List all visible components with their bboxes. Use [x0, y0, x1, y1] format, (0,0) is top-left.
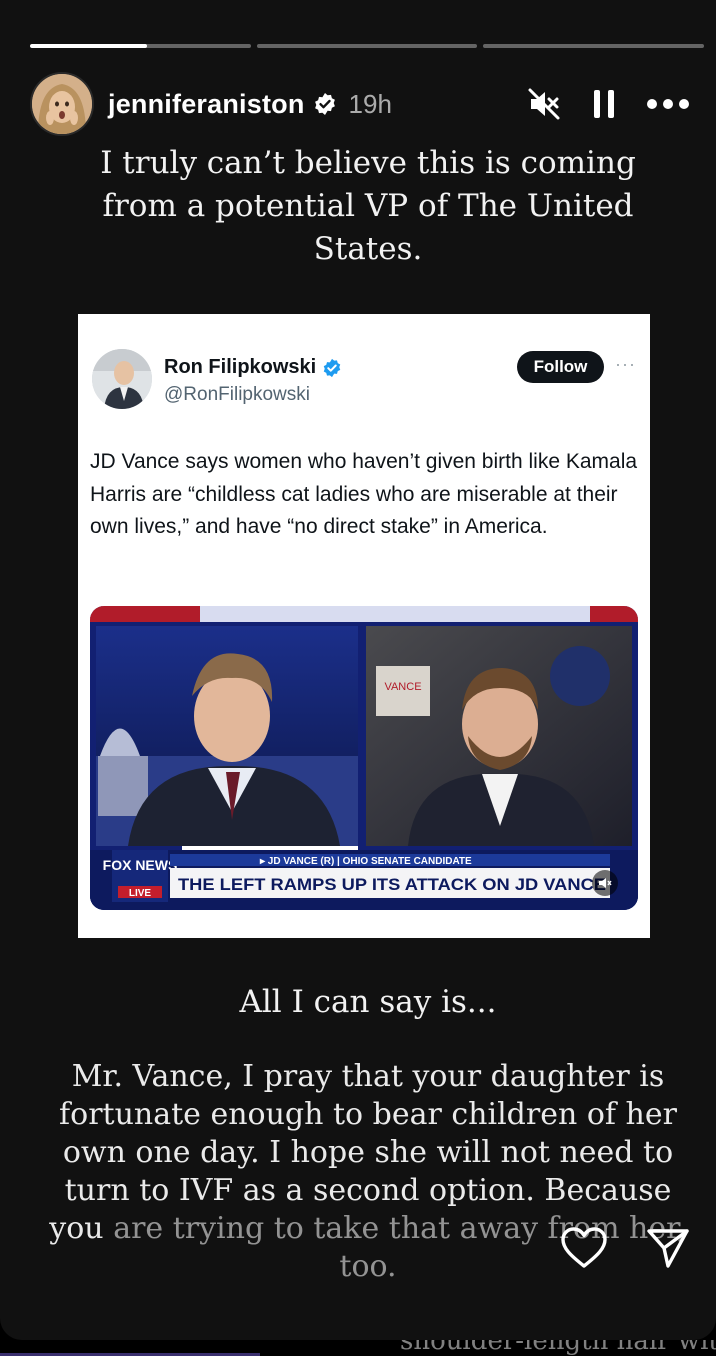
tweet-author-handle[interactable]: @RonFilipkowski — [164, 384, 310, 406]
embedded-tweet-card[interactable]: Ron Filipkowski @RonFilipkowski Follow ·… — [78, 314, 650, 938]
tweet-more-icon[interactable]: ··· — [615, 354, 636, 375]
tweet-author-avatar[interactable] — [92, 349, 152, 409]
story-caption-middle: All I can say is... — [239, 984, 497, 1020]
post-time: 19h — [348, 88, 392, 119]
progress-segment — [30, 44, 251, 48]
username[interactable]: jenniferaniston — [108, 89, 305, 120]
lower-third-top: ▸ JD VANCE (R) | OHIO SENATE CANDIDATE — [259, 856, 472, 867]
verified-badge-icon — [314, 93, 335, 115]
pause-icon[interactable] — [592, 88, 616, 120]
story-caption-top: I truly can’t believe this is coming fro… — [100, 145, 636, 267]
follow-button[interactable]: Follow — [517, 351, 604, 383]
tweet-text: JD Vance says women who haven’t given bi… — [90, 450, 638, 538]
story-viewer[interactable]: jenniferaniston 19h I truly can’t believ… — [0, 0, 716, 1340]
progress-segment — [483, 44, 705, 48]
avatar[interactable] — [30, 72, 94, 136]
verified-badge-icon — [324, 358, 341, 377]
tweet-video[interactable]: VANCE FOX NEWS LIVE ▸ JD VANCE (R) | OHI… — [90, 606, 638, 910]
send-icon[interactable] — [646, 1226, 690, 1270]
story-progress-bar — [30, 44, 705, 48]
video-frame: VANCE FOX NEWS LIVE ▸ JD VANCE (R) | OHI… — [90, 606, 638, 910]
peek-text: shoulder-length hair with — [400, 1340, 716, 1356]
more-options-icon[interactable] — [646, 98, 690, 110]
mute-icon[interactable] — [526, 86, 562, 122]
network-logo: FOX NEWS — [103, 857, 178, 873]
lower-third-headline: THE LEFT RAMPS UP ITS ATTACK ON JD VANCE — [178, 875, 606, 894]
progress-segment — [256, 44, 478, 48]
next-content-peek: shoulder-length hair with — [0, 1340, 716, 1356]
tweet-author-name[interactable]: Ron Filipkowski — [164, 356, 342, 379]
campaign-sign: VANCE — [384, 681, 421, 693]
live-badge: LIVE — [129, 888, 152, 899]
video-mute-icon[interactable] — [592, 870, 618, 896]
story-actions — [560, 1226, 690, 1270]
heart-icon[interactable] — [560, 1226, 608, 1270]
story-header: jenniferaniston 19h — [30, 72, 690, 136]
